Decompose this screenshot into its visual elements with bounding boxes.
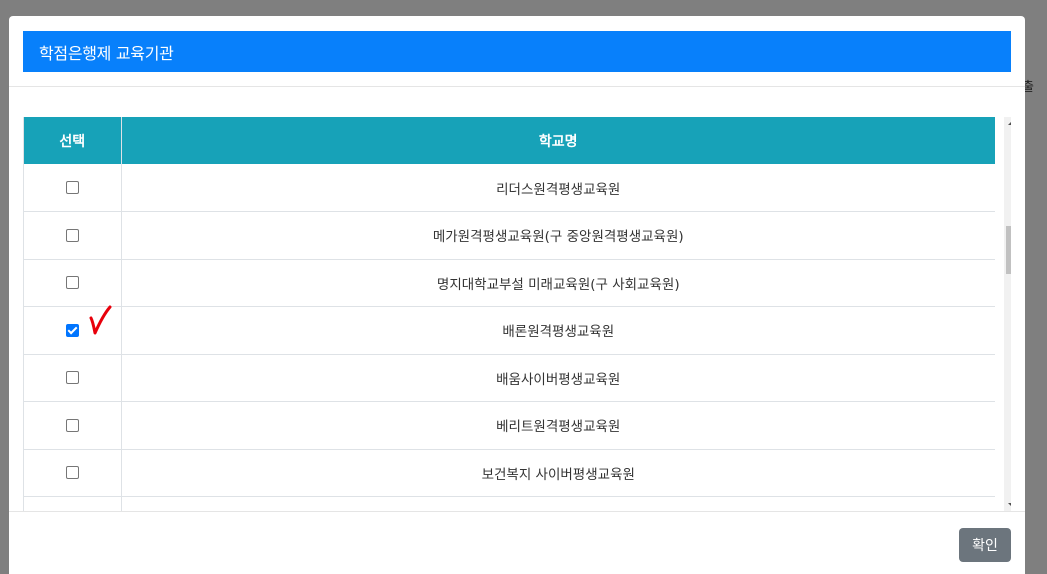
checkbox-wrap	[65, 417, 79, 433]
header-select: 선택	[24, 117, 122, 164]
school-name-cell: 베리트원격평생교육원	[121, 401, 995, 450]
modal-body: 선택 학교명 리더스원격평생교육원 메가원격평생교육원(구 중앙원격평생교육원) 명…	[23, 102, 1011, 511]
row-checkbox[interactable]	[65, 228, 79, 242]
checkbox-wrap	[65, 275, 79, 291]
select-cell	[24, 211, 122, 260]
select-cell	[24, 354, 122, 402]
row-checkbox[interactable]	[65, 276, 79, 290]
select-cell	[24, 259, 122, 307]
select-cell	[24, 496, 122, 511]
red-check-annotation-icon	[89, 305, 112, 335]
select-cell	[24, 164, 122, 212]
scroll-down-arrow-icon[interactable]	[1008, 503, 1011, 507]
table-row: 보건복지 사이버평생교육원	[24, 449, 995, 497]
select-cell	[24, 449, 122, 497]
row-checkbox[interactable]	[65, 418, 79, 432]
modal-title-bar: 학점은행제 교육기관	[23, 31, 1011, 72]
school-name-cell: 배움사이버평생교육원	[121, 354, 995, 402]
school-table: 선택 학교명 리더스원격평생교육원 메가원격평생교육원(구 중앙원격평생교육원) 명…	[24, 117, 995, 511]
table-row: 베리트원격평생교육원	[24, 401, 995, 450]
row-checkbox[interactable]	[65, 371, 79, 385]
modal-title: 학점은행제 교육기관	[39, 43, 174, 63]
modal-header: 학점은행제 교육기관	[9, 16, 1025, 87]
school-table-container[interactable]: 선택 학교명 리더스원격평생교육원 메가원격평생교육원(구 중앙원격평생교육원) 명…	[23, 117, 995, 511]
school-name-cell: 보건복지 사이버평생교육원	[121, 449, 995, 497]
table-row	[24, 496, 995, 511]
school-name-cell: 배론원격평생교육원	[121, 306, 995, 355]
row-checkbox[interactable]	[65, 466, 79, 480]
school-name-cell: 리더스원격평생교육원	[121, 164, 995, 212]
select-cell	[24, 305, 122, 355]
checkbox-wrap	[65, 180, 79, 196]
scroll-up-arrow-icon[interactable]	[1008, 121, 1011, 125]
table-scrollbar[interactable]	[1004, 117, 1011, 511]
table-row: 배론원격평생교육원	[24, 305, 995, 355]
select-cell	[24, 401, 122, 450]
table-row: 명지대학교부설 미래교육원(구 사회교육원)	[24, 259, 995, 307]
school-select-modal: 학점은행제 교육기관 선택 학교명 리더스원격평생교육원 메가원격평생교육원(구 …	[9, 16, 1025, 574]
table-body: 리더스원격평생교육원 메가원격평생교육원(구 중앙원격평생교육원) 명지대학교부설 …	[24, 164, 995, 511]
confirm-button[interactable]: 확인	[959, 528, 1011, 562]
school-name-cell	[121, 496, 995, 511]
checkbox-wrap	[65, 370, 79, 386]
header-school-name: 학교명	[121, 117, 995, 164]
table-row: 배움사이버평생교육원	[24, 354, 995, 402]
school-name-cell: 명지대학교부설 미래교육원(구 사회교육원)	[121, 259, 995, 307]
table-row: 메가원격평생교육원(구 중앙원격평생교육원)	[24, 211, 995, 260]
table-header-row: 선택 학교명	[24, 117, 995, 164]
checkbox-wrap	[65, 227, 79, 243]
scrollbar-thumb[interactable]	[1006, 226, 1011, 274]
school-name-cell: 메가원격평생교육원(구 중앙원격평생교육원)	[121, 211, 995, 260]
row-checkbox[interactable]	[65, 323, 79, 337]
row-checkbox[interactable]	[65, 181, 79, 194]
table-row: 리더스원격평생교육원	[24, 164, 995, 212]
checkbox-wrap	[65, 305, 112, 338]
checkbox-wrap	[65, 465, 79, 481]
modal-footer: 확인	[9, 511, 1025, 574]
